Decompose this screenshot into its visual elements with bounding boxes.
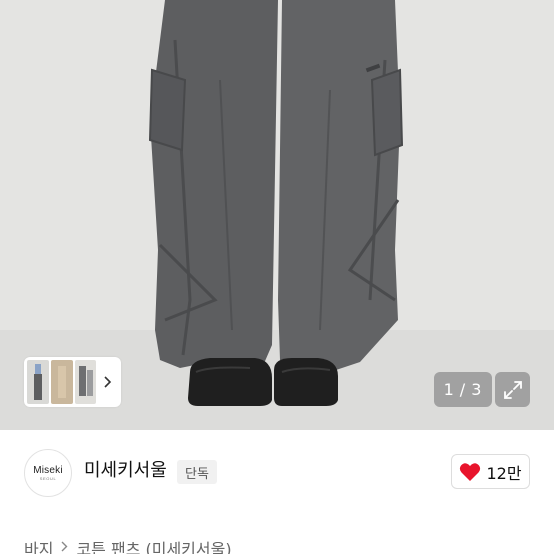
heart-icon — [460, 462, 481, 481]
thumbnail-2[interactable] — [50, 360, 73, 404]
expand-image-button[interactable] — [495, 372, 530, 407]
chevron-right-icon[interactable] — [98, 360, 118, 404]
brand-logo-subtext: SEOUL — [39, 475, 57, 481]
brand-logo[interactable]: Miseki SEOUL — [24, 449, 72, 497]
exclusive-badge: 단독 — [177, 460, 217, 484]
thumbnail-3[interactable] — [74, 360, 97, 404]
brand-row: Miseki SEOUL 미세키서울 단독 12만 — [0, 430, 554, 516]
page-separator: / — [459, 380, 467, 399]
brand-logo-text: Miseki — [33, 464, 63, 476]
chevron-right-icon — [61, 540, 68, 554]
expand-icon — [503, 380, 522, 399]
total-pages: 3 — [471, 380, 483, 399]
current-page: 1 — [443, 380, 455, 399]
breadcrumb: 바지 코튼 팬츠 (미세키서울) — [24, 536, 232, 554]
like-count: 12만 — [486, 463, 522, 483]
brand-name[interactable]: 미세키서울 — [84, 459, 167, 483]
breadcrumb-item[interactable]: 코튼 팬츠 (미세키서울) — [76, 536, 231, 554]
thumbnail-1[interactable] — [27, 360, 49, 404]
breadcrumb-category[interactable]: 바지 — [24, 536, 53, 554]
image-page-counter: 1 / 3 — [434, 372, 492, 407]
product-image[interactable]: 1 / 3 — [0, 0, 554, 430]
like-button[interactable]: 12만 — [451, 454, 530, 489]
thumbnail-strip[interactable] — [24, 357, 121, 407]
